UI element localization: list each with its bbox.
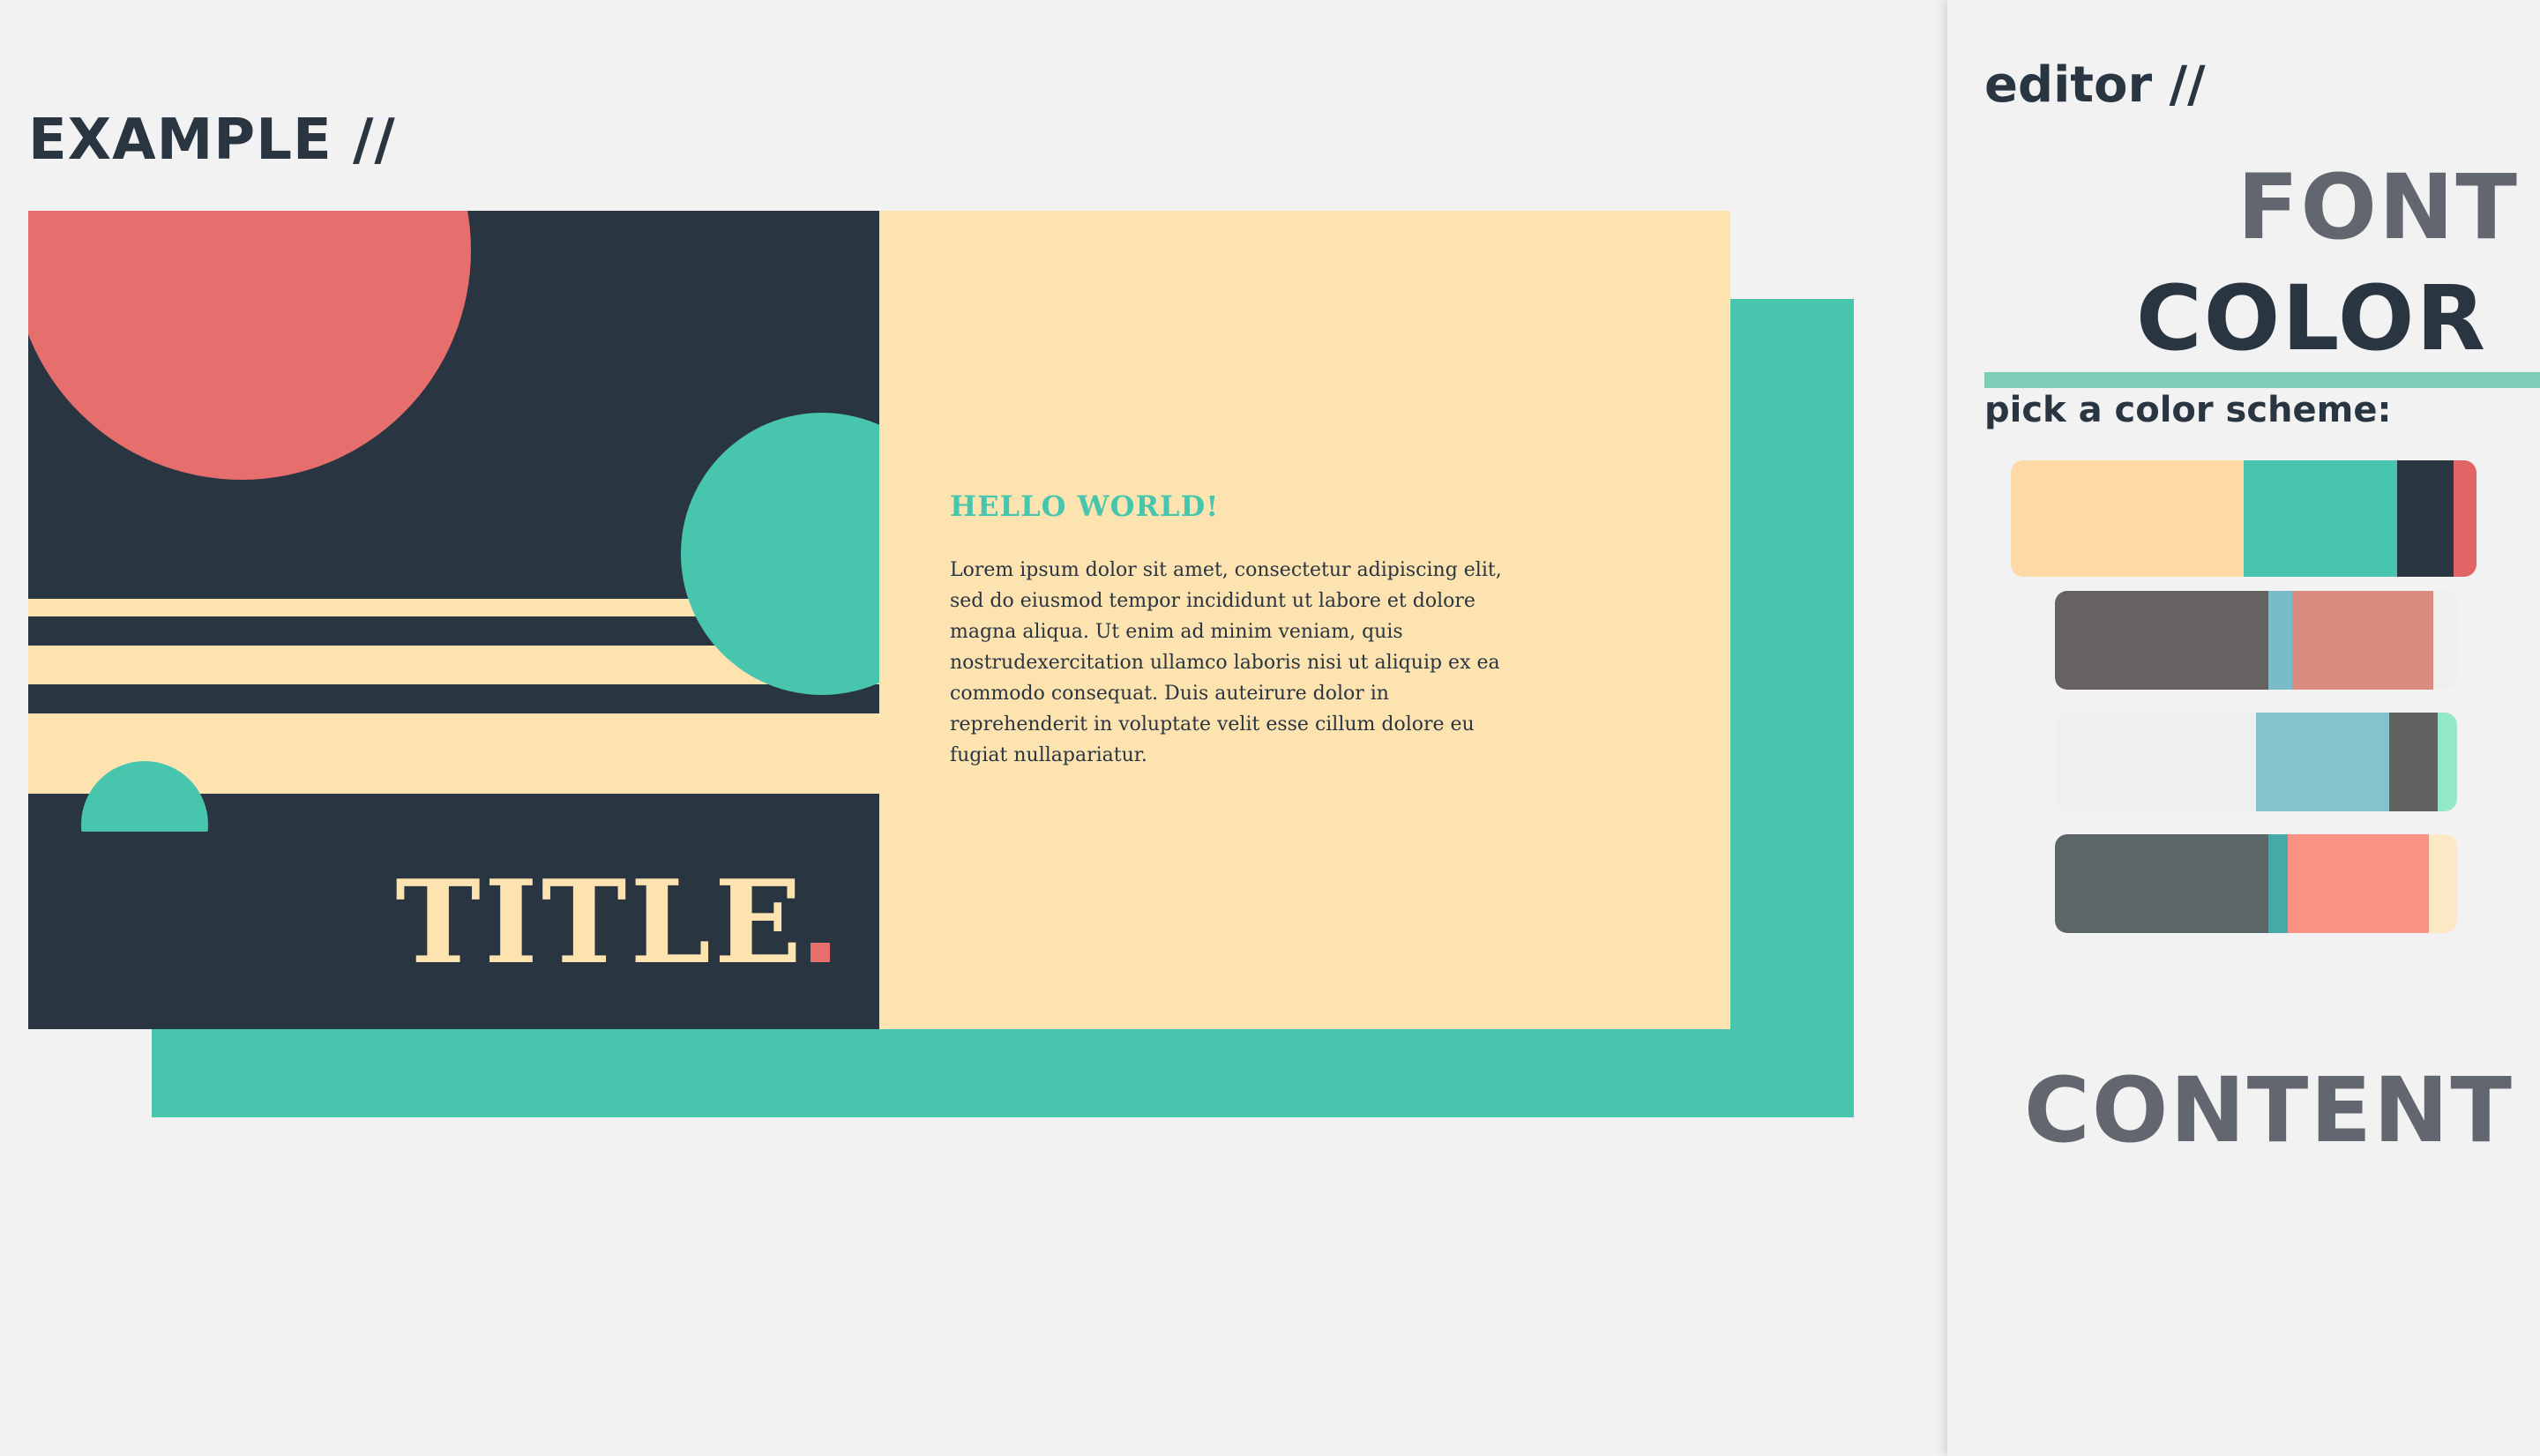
swatch-color-segment	[2292, 591, 2433, 690]
swatch-color-segment	[2429, 834, 2457, 933]
swatch-color-segment	[2438, 713, 2457, 811]
swatch-color-segment	[2432, 591, 2457, 690]
swatch-color-segment	[2388, 713, 2439, 811]
editor-heading: editor //	[1984, 56, 2206, 114]
swatch-color-segment	[2244, 460, 2398, 577]
card-right-panel: HELLO WORLD! Lorem ipsum dolor sit amet,…	[879, 211, 1730, 1029]
card-title-text: TITLE	[395, 855, 805, 989]
swatch-color-segment	[2397, 460, 2454, 577]
font-section-button[interactable]: FONT	[2237, 155, 2519, 260]
color-scheme-swatch-2[interactable]	[2055, 591, 2457, 690]
swatch-color-segment	[2267, 591, 2293, 690]
color-scheme-swatch-1[interactable]	[2011, 460, 2476, 577]
big-coral-circle	[28, 211, 471, 480]
title-period-mark	[811, 943, 830, 962]
swatch-color-segment	[2453, 460, 2476, 577]
color-scheme-swatch-3[interactable]	[2055, 713, 2457, 811]
content-section-button[interactable]: CONTENT	[2024, 1058, 2514, 1163]
card-left-panel: TITLE	[28, 211, 879, 1029]
card-body-text: Lorem ipsum dolor sit amet, consectetur …	[950, 559, 1502, 766]
swatch-color-segment	[2256, 713, 2389, 811]
swatch-color-segment	[2267, 834, 2289, 933]
small-teal-half-circle	[81, 761, 208, 832]
card-hello-heading: HELLO WORLD!	[950, 489, 1220, 523]
editor-panel: editor // FONT COLOR pick a color scheme…	[1947, 0, 2540, 1456]
card-title: TITLE	[395, 865, 830, 980]
swatch-color-segment	[2055, 591, 2268, 690]
swatch-color-segment	[2055, 713, 2256, 811]
example-card: TITLE HELLO WORLD! Lorem ipsum dolor sit…	[28, 211, 1730, 1029]
swatch-color-segment	[2011, 460, 2244, 577]
swatch-color-segment	[2288, 834, 2430, 933]
small-teal-circle	[81, 761, 208, 832]
color-scheme-label: pick a color scheme:	[1984, 390, 2392, 430]
color-section-button[interactable]: COLOR	[2136, 266, 2487, 371]
color-scheme-swatch-4[interactable]	[2055, 834, 2457, 933]
example-heading: EXAMPLE //	[28, 108, 396, 173]
color-section-underline	[1984, 372, 2540, 388]
swatch-color-segment	[2055, 834, 2268, 933]
